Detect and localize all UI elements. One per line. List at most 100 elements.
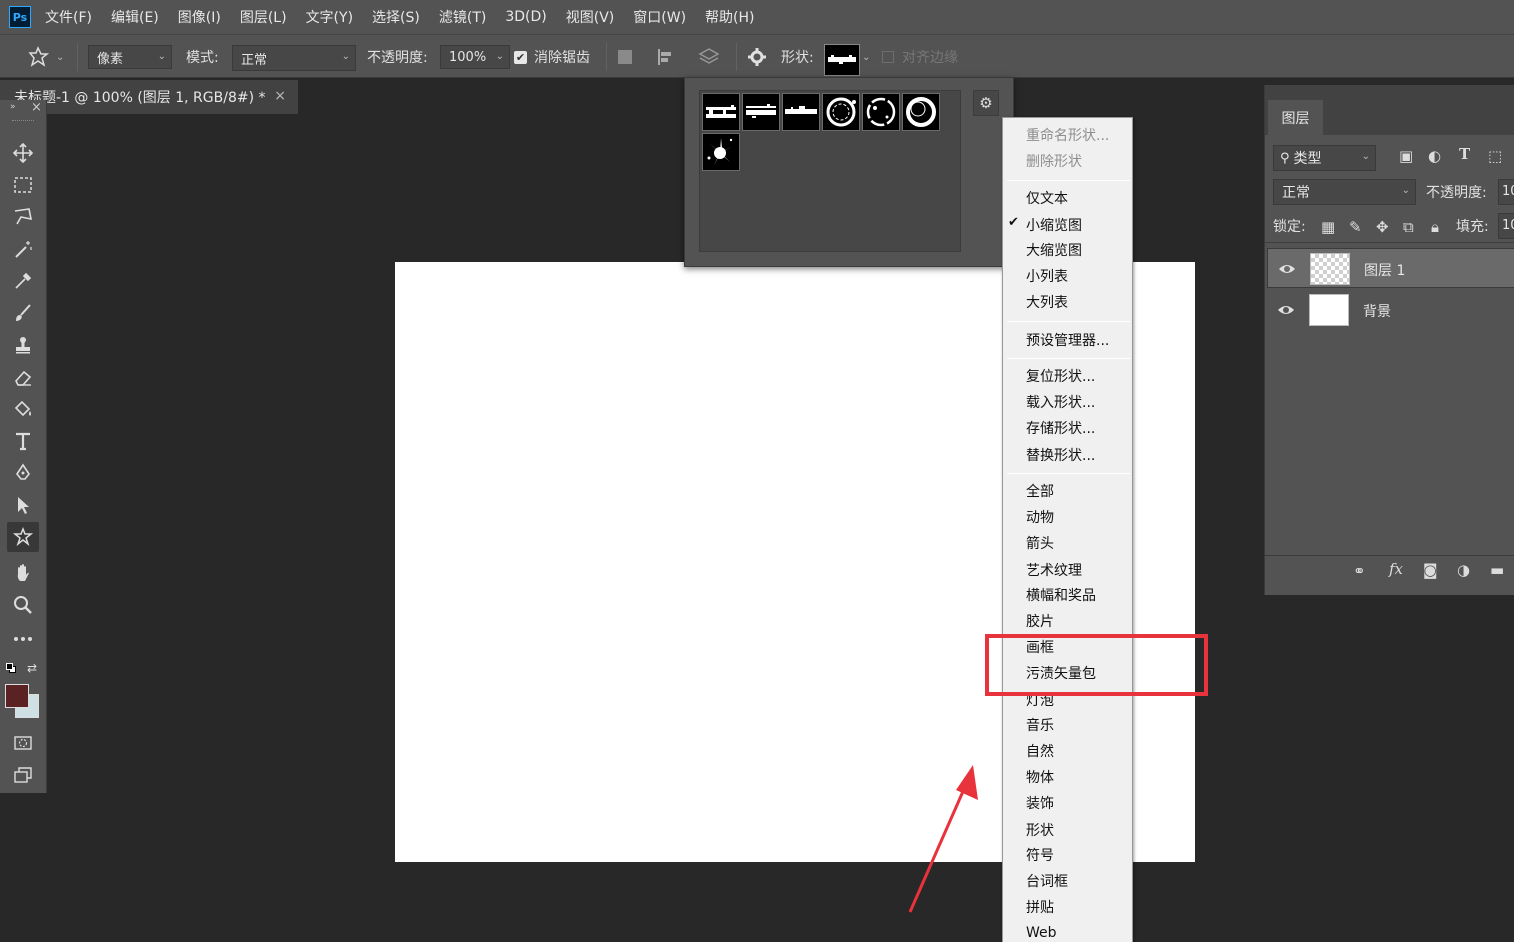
magic-wand-tool[interactable]	[7, 234, 39, 264]
eyedropper-tool[interactable]	[7, 266, 39, 296]
layer-opacity-input[interactable]: 10	[1498, 179, 1514, 205]
marquee-tool[interactable]	[7, 170, 39, 200]
menu-item[interactable]: 横幅和奖品	[1003, 583, 1132, 607]
lock-position-icon[interactable]: ✥	[1376, 218, 1389, 236]
path-arrangement-button[interactable]	[697, 35, 721, 79]
collapse-icon[interactable]: »	[10, 102, 16, 112]
menu-item[interactable]: 物体	[1003, 765, 1132, 789]
mask-icon[interactable]: ◙	[1423, 561, 1438, 579]
menu-item[interactable]: 大缩览图	[1003, 238, 1132, 262]
close-icon[interactable]: ×	[31, 100, 42, 115]
eraser-tool[interactable]	[7, 362, 39, 392]
fill-input[interactable]: 10	[1498, 213, 1514, 239]
move-tool[interactable]	[7, 138, 39, 168]
link-icon[interactable]: ⚭	[1353, 562, 1366, 580]
path-select-tool[interactable]	[7, 490, 39, 520]
shape-picker-dropdown[interactable]: ⌄	[862, 35, 870, 79]
antialias-checkbox[interactable]: ✔ 消除锯齿	[514, 35, 590, 79]
menu-item[interactable]: 滤镜(T)	[439, 7, 486, 27]
menu-item[interactable]: 视图(V)	[566, 7, 615, 27]
type-filter-icon[interactable]: T	[1459, 145, 1470, 163]
menu-item[interactable]: 台词框	[1003, 869, 1132, 893]
quick-mask-tool[interactable]	[7, 728, 39, 758]
menu-item[interactable]: 图层(L)	[240, 7, 287, 27]
menu-item[interactable]: 文件(F)	[45, 7, 92, 27]
menu-item[interactable]: 预设管理器...	[1003, 328, 1132, 352]
stain-shape-thumbnail[interactable]	[862, 93, 900, 131]
more-tools[interactable]	[7, 624, 39, 654]
type-tool[interactable]	[7, 426, 39, 456]
adjustment-filter-icon[interactable]: ◐	[1428, 147, 1441, 165]
stain-shape-thumbnail[interactable]	[782, 93, 820, 131]
menu-item[interactable]: 全部	[1003, 479, 1132, 503]
default-colors-icon[interactable]	[6, 663, 17, 674]
swap-colors-icon[interactable]: ⇄	[27, 661, 37, 675]
paint-bucket-tool[interactable]	[7, 394, 39, 424]
close-icon[interactable]: ×	[274, 88, 286, 104]
shape-filter-icon[interactable]: ⬚	[1488, 147, 1502, 165]
menu-item[interactable]: Web	[1003, 921, 1132, 942]
shape-tool-preset-picker[interactable]: ⌄	[26, 35, 64, 79]
menu-item[interactable]: 符号	[1003, 843, 1132, 867]
layer-blend-mode-select[interactable]: 正常 ⌄	[1273, 179, 1416, 205]
menu-item[interactable]: 复位形状...	[1003, 364, 1132, 388]
foreground-color-swatch[interactable]	[5, 684, 29, 708]
menu-item[interactable]: 替换形状...	[1003, 443, 1132, 467]
splatter-shape-thumbnail[interactable]	[702, 133, 740, 171]
stain-shape-thumbnail[interactable]	[702, 93, 740, 131]
menu-item[interactable]: 装饰	[1003, 791, 1132, 815]
lock-all-icon[interactable]: 🔒︎	[1431, 218, 1439, 236]
stain-shape-thumbnail[interactable]	[902, 93, 940, 131]
menu-item[interactable]: 胶片	[1003, 609, 1132, 633]
geometry-options-button[interactable]	[747, 35, 767, 79]
menu-item[interactable]: 艺术纹理	[1003, 558, 1132, 582]
menu-item[interactable]: 存储形状...	[1003, 416, 1132, 440]
menu-item[interactable]: 形状	[1003, 818, 1132, 842]
menu-item[interactable]: 拼贴	[1003, 895, 1132, 919]
stain-shape-thumbnail[interactable]	[822, 93, 860, 131]
layer-filter-select[interactable]: ⚲ 类型 ⌄	[1273, 145, 1376, 171]
screen-mode-tool[interactable]	[7, 760, 39, 790]
tab-layers[interactable]: 图层	[1268, 100, 1323, 135]
shape-menu-gear-button[interactable]: ⚙	[973, 90, 999, 116]
lasso-tool[interactable]	[7, 202, 39, 232]
menu-item[interactable]: 动物	[1003, 505, 1132, 529]
fx-icon[interactable]: fx	[1389, 560, 1403, 578]
align-edges-checkbox[interactable]: 对齐边缘	[882, 35, 958, 79]
zoom-tool[interactable]	[7, 590, 39, 620]
menu-item[interactable]: 图像(I)	[178, 7, 221, 27]
menu-item[interactable]: ✔ 小缩览图	[1003, 213, 1132, 237]
pen-tool[interactable]	[7, 458, 39, 488]
stamp-tool[interactable]	[7, 330, 39, 360]
menu-item[interactable]: 选择(S)	[372, 7, 420, 27]
lock-transparency-icon[interactable]: ▦	[1321, 218, 1335, 236]
menu-item[interactable]: 3D(D)	[505, 9, 546, 25]
menu-item[interactable]: 文字(Y)	[306, 7, 353, 27]
tool-mode-select[interactable]: 像素 ⌄	[88, 45, 172, 69]
shape-picker-button[interactable]	[824, 44, 860, 76]
menu-item[interactable]: 载入形状...	[1003, 390, 1132, 414]
eye-icon[interactable]	[1278, 260, 1296, 278]
menu-item[interactable]: 音乐	[1003, 713, 1132, 737]
layer-row[interactable]: 图层 1	[1267, 248, 1514, 288]
blend-mode-select[interactable]: 正常 ⌄	[232, 45, 356, 71]
hand-tool[interactable]	[7, 558, 39, 588]
folder-icon[interactable]: ▬	[1490, 561, 1504, 579]
custom-shape-tool[interactable]	[7, 522, 39, 552]
path-alignment-button[interactable]	[656, 35, 676, 79]
layer-row[interactable]: 背景	[1267, 290, 1514, 330]
lock-pixels-icon[interactable]: ✎	[1349, 218, 1362, 236]
menu-item[interactable]: 小列表	[1003, 264, 1132, 288]
adjustment-layer-icon[interactable]: ◑	[1457, 561, 1470, 579]
eye-icon[interactable]	[1277, 301, 1295, 319]
stain-shape-thumbnail[interactable]	[742, 93, 780, 131]
lock-artboard-icon[interactable]: ⧉	[1403, 218, 1414, 236]
menu-item[interactable]: 自然	[1003, 739, 1132, 763]
opacity-input[interactable]: 100% ⌄	[440, 45, 510, 69]
path-operations-button[interactable]	[618, 35, 632, 79]
menu-item[interactable]: 大列表	[1003, 290, 1132, 314]
brush-tool[interactable]	[7, 298, 39, 328]
menu-item[interactable]: 仅文本	[1003, 186, 1132, 210]
image-filter-icon[interactable]: ▣	[1399, 147, 1413, 165]
menu-item[interactable]: 箭头	[1003, 531, 1132, 555]
